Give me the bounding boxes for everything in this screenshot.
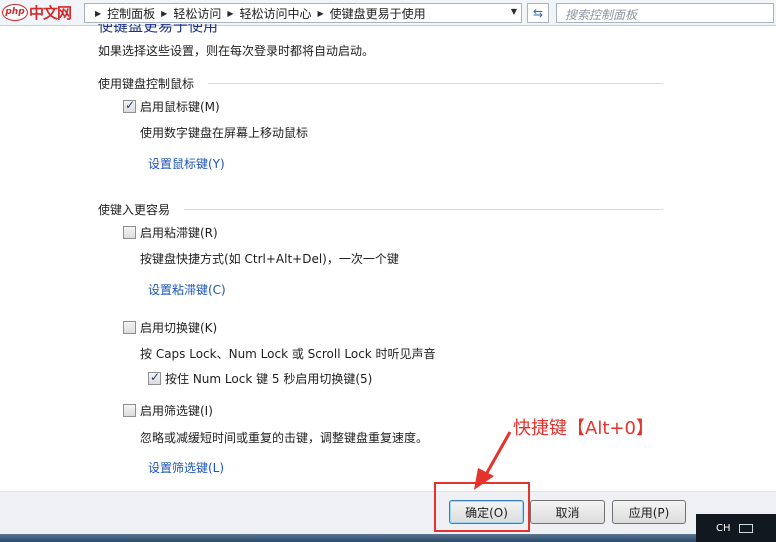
hold-numlock-label[interactable]: 按住 Num Lock 键 5 秒启用切换键(5) [165, 370, 372, 387]
page-title: 使键盘更易于使用 [98, 24, 219, 35]
input-language-indicator[interactable]: CH [716, 523, 731, 534]
chevron-right-icon[interactable]: ▶ [161, 9, 167, 18]
system-tray: CH [696, 514, 776, 542]
mouse-keys-description: 使用数字键盘在屏幕上移动鼠标 [140, 126, 309, 140]
arrow-shaft [482, 431, 512, 479]
hold-numlock-option[interactable]: 按住 Num Lock 键 5 秒启用切换键(5) [148, 370, 372, 387]
mouse-keys-label[interactable]: 启用鼠标键(M) [140, 98, 220, 115]
shortcut-annotation: 快捷键【Alt+0】 [513, 418, 654, 439]
filter-keys-option[interactable]: 启用筛选键(I) [123, 402, 213, 419]
apply-button[interactable]: 应用(P) [612, 500, 686, 524]
refresh-icon[interactable]: ⇆ [527, 3, 549, 23]
chevron-right-icon[interactable]: ▶ [227, 9, 233, 18]
keyboard-icon[interactable] [738, 523, 753, 533]
mouse-keys-option[interactable]: 启用鼠标键(M) [123, 98, 220, 115]
filter-keys-checkbox[interactable] [123, 404, 136, 417]
sticky-keys-label[interactable]: 启用粘滞键(R) [140, 224, 218, 241]
filter-keys-description: 忽略或减缓短时间或重复的击键，调整键盘重复速度。 [140, 431, 429, 445]
filter-keys-label[interactable]: 启用筛选键(I) [140, 402, 213, 419]
breadcrumb-keyboard[interactable]: 使键盘更易于使用 [330, 5, 426, 22]
setup-sticky-keys-link[interactable]: 设置粘滞键(C) [148, 281, 226, 298]
taskbar [0, 534, 696, 542]
setup-filter-keys-link[interactable]: 设置筛选键(L) [148, 459, 224, 476]
breadcrumb-ease-of-access[interactable]: 轻松访问 [173, 5, 221, 22]
cancel-button[interactable]: 取消 [530, 500, 605, 524]
section-heading-typing: 使键入更容易 [98, 203, 171, 217]
section-divider [208, 83, 663, 84]
mouse-keys-checkbox[interactable] [123, 98, 136, 113]
logo-mark: php [2, 3, 28, 21]
breadcrumb-control-panel[interactable]: 控制面板 [107, 5, 155, 22]
chevron-right-icon[interactable]: ▶ [318, 9, 324, 18]
logo-text: 中文网 [29, 3, 72, 22]
breadcrumb[interactable]: ▶ 控制面板 ▶ 轻松访问 ▶ 轻松访问中心 ▶ 使键盘更易于使用 ▼ [84, 3, 522, 23]
hold-numlock-checkbox[interactable] [148, 370, 161, 385]
section-heading-mouse: 使用键盘控制鼠标 [98, 77, 195, 91]
sticky-keys-option[interactable]: 启用粘滞键(R) [123, 224, 218, 241]
chevron-right-icon[interactable]: ▶ [95, 9, 101, 18]
highlight-box [434, 482, 530, 532]
breadcrumb-ease-center[interactable]: 轻松访问中心 [240, 5, 312, 22]
toggle-keys-label[interactable]: 启用切换键(K) [140, 319, 217, 336]
auto-start-note: 如果选择这些设置，则在每次登录时都将自动启动。 [98, 44, 375, 58]
dropdown-arrow-icon[interactable]: ▼ [511, 7, 517, 16]
search-input[interactable]: 搜索控制面板 [556, 3, 774, 23]
toggle-keys-option[interactable]: 启用切换键(K) [123, 319, 217, 336]
sticky-keys-description: 按键盘快捷方式(如 Ctrl+Alt+Del)，一次一个键 [140, 252, 399, 266]
section-divider [184, 209, 663, 210]
setup-mouse-keys-link[interactable]: 设置鼠标键(Y) [148, 155, 225, 172]
address-bar: php 中文网 ▶ 控制面板 ▶ 轻松访问 ▶ 轻松访问中心 ▶ 使键盘更易于使… [0, 0, 776, 26]
toggle-keys-checkbox[interactable] [123, 321, 136, 334]
toggle-keys-description: 按 Caps Lock、Num Lock 或 Scroll Lock 时听见声音 [140, 347, 436, 361]
watermark-logo: php 中文网 [2, 2, 72, 22]
sticky-keys-checkbox[interactable] [123, 226, 136, 239]
